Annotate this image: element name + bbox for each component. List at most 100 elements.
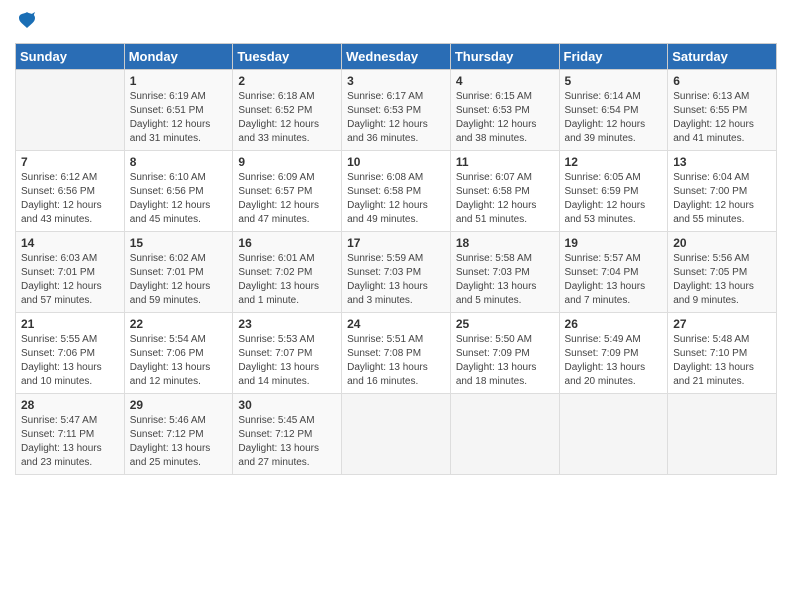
calendar-cell bbox=[559, 394, 668, 475]
day-info: Sunrise: 5:51 AM Sunset: 7:08 PM Dayligh… bbox=[347, 333, 445, 389]
day-info: Sunrise: 6:01 AM Sunset: 7:02 PM Dayligh… bbox=[238, 252, 336, 308]
weekday-header-row: SundayMondayTuesdayWednesdayThursdayFrid… bbox=[16, 44, 777, 70]
day-info: Sunrise: 5:46 AM Sunset: 7:12 PM Dayligh… bbox=[130, 414, 228, 470]
day-number: 6 bbox=[673, 74, 771, 88]
calendar-week-0: 1 Sunrise: 6:19 AM Sunset: 6:51 PM Daylig… bbox=[16, 70, 777, 151]
calendar-cell: 23Sunrise: 5:53 AM Sunset: 7:07 PM Dayli… bbox=[233, 313, 342, 394]
calendar-cell: 9 Sunrise: 6:09 AM Sunset: 6:57 PM Daylig… bbox=[233, 151, 342, 232]
day-number: 21 bbox=[21, 317, 119, 331]
day-info: Sunrise: 6:08 AM Sunset: 6:58 PM Dayligh… bbox=[347, 171, 445, 227]
day-number: 8 bbox=[130, 155, 228, 169]
logo bbox=[15, 10, 37, 35]
day-info: Sunrise: 5:55 AM Sunset: 7:06 PM Dayligh… bbox=[21, 333, 119, 389]
day-info: Sunrise: 5:45 AM Sunset: 7:12 PM Dayligh… bbox=[238, 414, 336, 470]
day-number: 20 bbox=[673, 236, 771, 250]
calendar-cell: 29 Sunrise: 5:46 AM Sunset: 7:12 PM Dayli… bbox=[124, 394, 233, 475]
day-number: 25 bbox=[456, 317, 554, 331]
day-number: 1 bbox=[130, 74, 228, 88]
calendar-cell bbox=[668, 394, 777, 475]
day-info: Sunrise: 5:48 AM Sunset: 7:10 PM Dayligh… bbox=[673, 333, 771, 389]
day-info: Sunrise: 6:17 AM Sunset: 6:53 PM Dayligh… bbox=[347, 90, 445, 146]
day-number: 10 bbox=[347, 155, 445, 169]
day-info: Sunrise: 6:04 AM Sunset: 7:00 PM Dayligh… bbox=[673, 171, 771, 227]
day-info: Sunrise: 6:09 AM Sunset: 6:57 PM Dayligh… bbox=[238, 171, 336, 227]
main-container: SundayMondayTuesdayWednesdayThursdayFrid… bbox=[0, 0, 792, 485]
day-number: 16 bbox=[238, 236, 336, 250]
calendar-week-2: 14 Sunrise: 6:03 AM Sunset: 7:01 PM Dayli… bbox=[16, 232, 777, 313]
day-info: Sunrise: 6:15 AM Sunset: 6:53 PM Dayligh… bbox=[456, 90, 554, 146]
calendar-week-4: 28 Sunrise: 5:47 AM Sunset: 7:11 PM Dayli… bbox=[16, 394, 777, 475]
weekday-header-sunday: Sunday bbox=[16, 44, 125, 70]
calendar-cell: 12 Sunrise: 6:05 AM Sunset: 6:59 PM Dayli… bbox=[559, 151, 668, 232]
day-info: Sunrise: 6:13 AM Sunset: 6:55 PM Dayligh… bbox=[673, 90, 771, 146]
day-info: Sunrise: 6:10 AM Sunset: 6:56 PM Dayligh… bbox=[130, 171, 228, 227]
day-number: 26 bbox=[565, 317, 663, 331]
day-number: 12 bbox=[565, 155, 663, 169]
day-number: 24 bbox=[347, 317, 445, 331]
weekday-header-saturday: Saturday bbox=[668, 44, 777, 70]
day-info: Sunrise: 6:05 AM Sunset: 6:59 PM Dayligh… bbox=[565, 171, 663, 227]
calendar-cell: 8 Sunrise: 6:10 AM Sunset: 6:56 PM Daylig… bbox=[124, 151, 233, 232]
weekday-header-monday: Monday bbox=[124, 44, 233, 70]
weekday-header-wednesday: Wednesday bbox=[342, 44, 451, 70]
calendar-cell: 28 Sunrise: 5:47 AM Sunset: 7:11 PM Dayli… bbox=[16, 394, 125, 475]
day-number: 18 bbox=[456, 236, 554, 250]
day-info: Sunrise: 6:03 AM Sunset: 7:01 PM Dayligh… bbox=[21, 252, 119, 308]
day-number: 4 bbox=[456, 74, 554, 88]
weekday-header-thursday: Thursday bbox=[450, 44, 559, 70]
day-number: 14 bbox=[21, 236, 119, 250]
day-info: Sunrise: 6:19 AM Sunset: 6:51 PM Dayligh… bbox=[130, 90, 228, 146]
calendar-cell: 16 Sunrise: 6:01 AM Sunset: 7:02 PM Dayli… bbox=[233, 232, 342, 313]
day-info: Sunrise: 5:47 AM Sunset: 7:11 PM Dayligh… bbox=[21, 414, 119, 470]
day-info: Sunrise: 5:53 AM Sunset: 7:07 PM Dayligh… bbox=[238, 333, 336, 389]
day-number: 3 bbox=[347, 74, 445, 88]
day-number: 2 bbox=[238, 74, 336, 88]
weekday-header-friday: Friday bbox=[559, 44, 668, 70]
calendar-cell: 14 Sunrise: 6:03 AM Sunset: 7:01 PM Dayli… bbox=[16, 232, 125, 313]
day-info: Sunrise: 5:54 AM Sunset: 7:06 PM Dayligh… bbox=[130, 333, 228, 389]
calendar-cell: 22Sunrise: 5:54 AM Sunset: 7:06 PM Dayli… bbox=[124, 313, 233, 394]
day-number: 7 bbox=[21, 155, 119, 169]
day-number: 17 bbox=[347, 236, 445, 250]
calendar-cell: 19 Sunrise: 5:57 AM Sunset: 7:04 PM Dayli… bbox=[559, 232, 668, 313]
day-number: 19 bbox=[565, 236, 663, 250]
day-number: 29 bbox=[130, 398, 228, 412]
day-info: Sunrise: 6:02 AM Sunset: 7:01 PM Dayligh… bbox=[130, 252, 228, 308]
calendar-cell: 30 Sunrise: 5:45 AM Sunset: 7:12 PM Dayli… bbox=[233, 394, 342, 475]
day-info: Sunrise: 5:49 AM Sunset: 7:09 PM Dayligh… bbox=[565, 333, 663, 389]
day-info: Sunrise: 6:14 AM Sunset: 6:54 PM Dayligh… bbox=[565, 90, 663, 146]
day-number: 13 bbox=[673, 155, 771, 169]
day-info: Sunrise: 5:59 AM Sunset: 7:03 PM Dayligh… bbox=[347, 252, 445, 308]
calendar-cell: 7 Sunrise: 6:12 AM Sunset: 6:56 PM Daylig… bbox=[16, 151, 125, 232]
day-number: 15 bbox=[130, 236, 228, 250]
logo-bird-icon bbox=[17, 10, 37, 30]
day-info: Sunrise: 6:18 AM Sunset: 6:52 PM Dayligh… bbox=[238, 90, 336, 146]
calendar-cell: 10 Sunrise: 6:08 AM Sunset: 6:58 PM Dayli… bbox=[342, 151, 451, 232]
calendar-cell bbox=[342, 394, 451, 475]
calendar-cell: 1 Sunrise: 6:19 AM Sunset: 6:51 PM Daylig… bbox=[124, 70, 233, 151]
calendar-cell bbox=[450, 394, 559, 475]
weekday-header-tuesday: Tuesday bbox=[233, 44, 342, 70]
calendar-cell: 17 Sunrise: 5:59 AM Sunset: 7:03 PM Dayli… bbox=[342, 232, 451, 313]
calendar-cell bbox=[16, 70, 125, 151]
day-info: Sunrise: 5:57 AM Sunset: 7:04 PM Dayligh… bbox=[565, 252, 663, 308]
calendar-week-3: 21 Sunrise: 5:55 AM Sunset: 7:06 PM Dayli… bbox=[16, 313, 777, 394]
day-info: Sunrise: 6:12 AM Sunset: 6:56 PM Dayligh… bbox=[21, 171, 119, 227]
calendar-cell: 4 Sunrise: 6:15 AM Sunset: 6:53 PM Daylig… bbox=[450, 70, 559, 151]
calendar-cell: 5Sunrise: 6:14 AM Sunset: 6:54 PM Daylig… bbox=[559, 70, 668, 151]
calendar-cell: 20Sunrise: 5:56 AM Sunset: 7:05 PM Dayli… bbox=[668, 232, 777, 313]
calendar-week-1: 7 Sunrise: 6:12 AM Sunset: 6:56 PM Daylig… bbox=[16, 151, 777, 232]
calendar-cell: 13 Sunrise: 6:04 AM Sunset: 7:00 PM Dayli… bbox=[668, 151, 777, 232]
calendar-cell: 27 Sunrise: 5:48 AM Sunset: 7:10 PM Dayli… bbox=[668, 313, 777, 394]
day-number: 28 bbox=[21, 398, 119, 412]
calendar-cell: 25Sunrise: 5:50 AM Sunset: 7:09 PM Dayli… bbox=[450, 313, 559, 394]
day-number: 30 bbox=[238, 398, 336, 412]
day-number: 9 bbox=[238, 155, 336, 169]
day-info: Sunrise: 5:58 AM Sunset: 7:03 PM Dayligh… bbox=[456, 252, 554, 308]
calendar-cell: 3 Sunrise: 6:17 AM Sunset: 6:53 PM Daylig… bbox=[342, 70, 451, 151]
calendar-cell: 11Sunrise: 6:07 AM Sunset: 6:58 PM Dayli… bbox=[450, 151, 559, 232]
calendar-cell: 2 Sunrise: 6:18 AM Sunset: 6:52 PM Daylig… bbox=[233, 70, 342, 151]
day-number: 27 bbox=[673, 317, 771, 331]
calendar-cell: 24 Sunrise: 5:51 AM Sunset: 7:08 PM Dayli… bbox=[342, 313, 451, 394]
calendar-cell: 18 Sunrise: 5:58 AM Sunset: 7:03 PM Dayli… bbox=[450, 232, 559, 313]
